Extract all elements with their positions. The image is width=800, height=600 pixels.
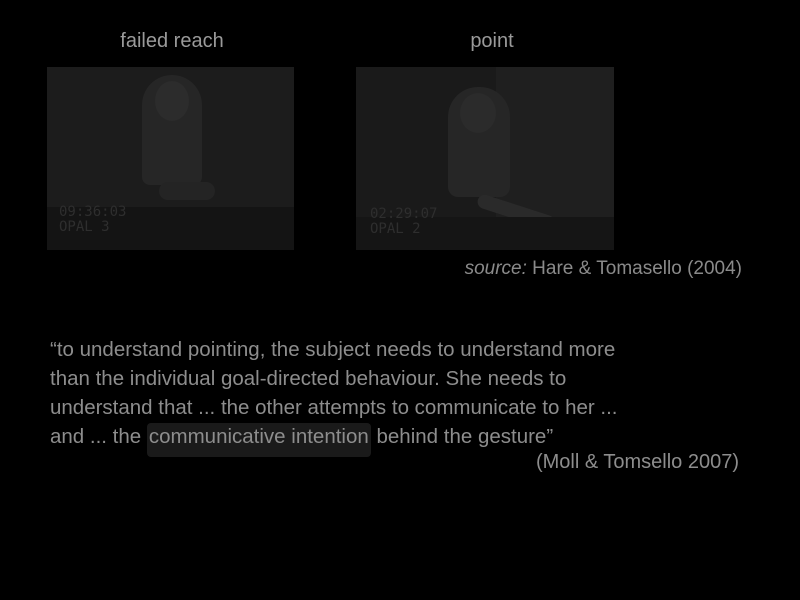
caption-point: point: [470, 30, 514, 52]
caption-failed-reach: failed reach: [120, 30, 224, 52]
quote-line: understand that ... the other attempts t…: [50, 396, 618, 419]
quote-text: behind the gesture”: [370, 425, 554, 448]
subject-label: OPAL 2: [370, 221, 421, 237]
video-still-failed-reach: 09:36:03 OPAL 3: [47, 67, 294, 250]
subject-label: OPAL 3: [59, 219, 110, 235]
figure-head: [155, 81, 189, 121]
source-prefix: source:: [464, 258, 527, 279]
quote-line: “to understand pointing, the subject nee…: [50, 338, 616, 361]
highlighted-phrase: communicative intention: [146, 423, 371, 457]
quote-line: than the individual goal-directed behavi…: [50, 367, 567, 390]
quote-text: and ... the: [50, 425, 147, 448]
quote-block: “to understand pointing, the subject nee…: [50, 335, 760, 457]
timestamp-text: 09:36:03: [59, 204, 127, 220]
door-shape: [496, 67, 614, 217]
source-text: Hare & Tomasello (2004): [526, 258, 742, 279]
source-citation: source: Hare & Tomasello (2004): [465, 258, 742, 280]
timestamp-text: 02:29:07: [370, 206, 438, 222]
quote-line: and ... the communicative intention behi…: [50, 422, 760, 457]
quote-attribution: (Moll & Tomsello 2007): [535, 451, 739, 473]
hand-shape: [159, 182, 215, 200]
figure-head: [460, 93, 496, 133]
video-still-point: 02:29:07 OPAL 2: [356, 67, 614, 250]
